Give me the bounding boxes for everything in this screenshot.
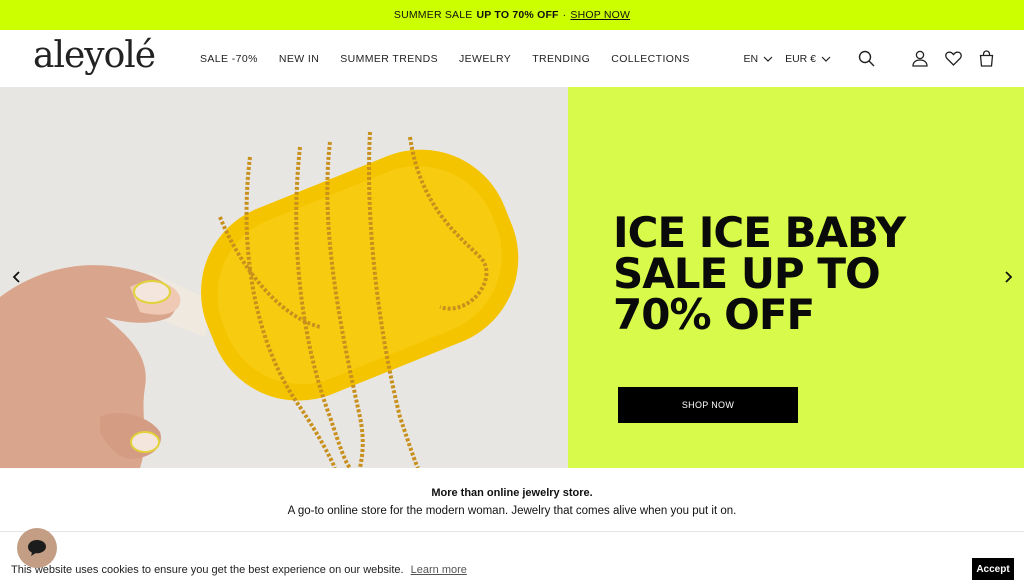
- learn-more-link[interactable]: Learn more: [411, 564, 467, 576]
- intro-title: More than online jewelry store.: [431, 487, 593, 499]
- hero-banner: ICE ICE BABY SALE UP TO 70% OFF SHOP NOW: [0, 87, 1024, 468]
- currency-selector[interactable]: EUR €: [785, 53, 831, 65]
- logo[interactable]: aleyolé: [33, 35, 156, 76]
- nav-item-new-in[interactable]: NEW IN: [279, 53, 319, 65]
- popsicle-jewelry-image: [0, 87, 568, 468]
- chevron-down-icon: [821, 56, 831, 62]
- header-utilities: EN EUR €: [743, 30, 996, 87]
- hero-title: ICE ICE BABY SALE UP TO 70% OFF: [613, 208, 906, 339]
- hero-shop-now-button[interactable]: SHOP NOW: [618, 387, 798, 423]
- accept-cookies-button[interactable]: Accept: [972, 558, 1014, 580]
- cookie-banner: This website uses cookies to ensure you …: [0, 555, 1024, 585]
- chat-button[interactable]: [17, 528, 57, 568]
- language-label: EN: [743, 52, 759, 65]
- promo-separator: ·: [562, 9, 567, 21]
- nav-item-sale[interactable]: SALE -70%: [200, 53, 258, 65]
- nav-item-trending[interactable]: TRENDING: [532, 53, 590, 65]
- main-nav: SALE -70% NEW IN SUMMER TRENDS JEWELRY T…: [200, 30, 711, 87]
- hero-image: [0, 87, 568, 468]
- promo-prefix: SUMMER SALE: [393, 9, 473, 21]
- intro-text: A go-to online store for the modern woma…: [287, 505, 737, 517]
- search-icon[interactable]: [856, 49, 876, 69]
- chevron-down-icon: [763, 56, 773, 62]
- cookie-text: This website uses cookies to ensure you …: [11, 564, 404, 576]
- divider: [0, 531, 1024, 532]
- nav-item-summer-trends[interactable]: SUMMER TRENDS: [340, 53, 438, 65]
- nav-item-collections[interactable]: COLLECTIONS: [611, 53, 690, 65]
- nav-item-jewelry[interactable]: JEWELRY: [459, 53, 511, 65]
- currency-label: EUR €: [785, 52, 816, 65]
- intro-section: More than online jewelry store. A go-to …: [0, 468, 1024, 530]
- promo-shop-now-link[interactable]: SHOP NOW: [570, 9, 630, 21]
- cookie-message: This website uses cookies to ensure you …: [11, 564, 467, 576]
- promo-highlight: UP TO 70% OFF: [476, 9, 559, 21]
- carousel-next-button[interactable]: [1000, 269, 1016, 285]
- site-header: aleyolé SALE -70% NEW IN SUMMER TRENDS J…: [0, 30, 1024, 87]
- hero-promo-panel: ICE ICE BABY SALE UP TO 70% OFF SHOP NOW: [568, 87, 1024, 468]
- carousel-prev-button[interactable]: [9, 269, 25, 285]
- cart-icon[interactable]: [976, 49, 996, 69]
- wishlist-icon[interactable]: [943, 49, 963, 69]
- account-icon[interactable]: [910, 49, 930, 69]
- language-selector[interactable]: EN: [743, 53, 773, 65]
- chat-bubble-icon: [28, 540, 46, 556]
- promo-bar: SUMMER SALE UP TO 70% OFF · SHOP NOW: [0, 0, 1024, 30]
